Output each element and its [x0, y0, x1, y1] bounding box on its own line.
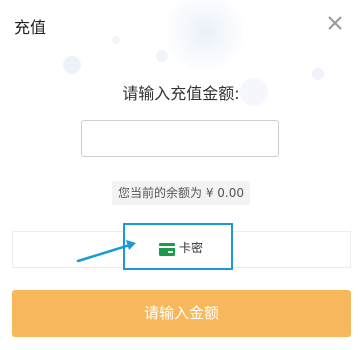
- close-button[interactable]: [324, 12, 346, 34]
- amount-prompt: 请输入充值金额:: [122, 84, 240, 103]
- payment-method-label: 卡密: [179, 241, 204, 255]
- close-icon: [328, 16, 342, 30]
- recharge-dialog: 充值 请输入充值金额: 您当前的余额为 ¥ 0.00 卡密 请输入金额: [0, 0, 362, 350]
- amount-input[interactable]: [81, 120, 279, 157]
- dialog-title: 充值: [14, 18, 47, 37]
- balance-text: 您当前的余额为 ¥ 0.00: [112, 181, 250, 205]
- submit-button[interactable]: 请输入金额: [12, 290, 351, 337]
- card-icon: [159, 241, 175, 256]
- payment-method-card-option[interactable]: 卡密: [123, 223, 233, 270]
